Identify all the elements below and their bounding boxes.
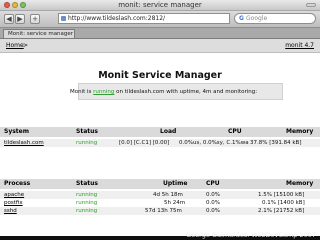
table-row: postfix running 5h 24m 0.0% 0.1% [1400 k… xyxy=(0,199,320,207)
intro-text: Monit is running on tildeslash.com with … xyxy=(70,88,310,96)
breadcrumb: Home > monit 4.7 xyxy=(0,39,320,53)
memory-cell: 0.1% [1400 kB] xyxy=(262,200,305,206)
intro-prefix: Monit is xyxy=(70,89,94,95)
add-bookmark-button[interactable]: + xyxy=(30,14,40,24)
page-content: Home > monit 4.7 Monit Service Manager M… xyxy=(0,39,320,236)
column-header: Load xyxy=(160,128,177,135)
system-name-link[interactable]: tildeslash.com xyxy=(4,139,44,147)
column-header: Process xyxy=(4,180,31,187)
process-table-header: Process Status Uptime CPU Memory xyxy=(0,179,320,189)
google-search-icon: G xyxy=(239,15,244,22)
column-header: Memory xyxy=(286,180,314,187)
status-cell: running xyxy=(76,140,98,146)
browser-window: monit: service manager ◀ ▶ + http://www.… xyxy=(0,0,320,236)
load-cell: [0.0] [C.C1] [0.00] xyxy=(119,140,170,146)
status-cell: running xyxy=(76,208,98,214)
table-row: sshd running 57d 13h 75m 0.0% 2.1% [2175… xyxy=(0,207,320,215)
back-button[interactable]: ◀ xyxy=(4,14,14,24)
cpu-cell: 0.0% xyxy=(206,200,220,206)
window-title: monit: service manager xyxy=(118,1,202,9)
url-text: http://www.tildeslash.com:2812/ xyxy=(68,15,166,22)
intro-suffix: on tildeslash.com with uptime, 4m and mo… xyxy=(114,89,258,95)
slide-watermark: George Guimarães. WebDevCamp 2007 xyxy=(186,231,316,239)
memory-cell: 1.5% [15100 kB] xyxy=(258,192,305,198)
running-link[interactable]: running xyxy=(93,89,114,95)
version-link[interactable]: monit 4.7 xyxy=(285,39,314,52)
home-link[interactable]: Home xyxy=(6,39,24,52)
address-bar[interactable]: http://www.tildeslash.com:2812/ ↻ xyxy=(58,13,286,24)
forward-button[interactable]: ▶ xyxy=(15,14,25,24)
cpu-cell: 0.0% xyxy=(206,208,220,214)
page-title: Monit Service Manager xyxy=(98,70,222,81)
status-cell: running xyxy=(76,200,98,206)
table-row: apache running 4d 5h 18m 0.0% 1.5% [1510… xyxy=(0,191,320,199)
column-header: Uptime xyxy=(163,180,188,187)
breadcrumb-separator: > xyxy=(23,42,29,49)
column-header: CPU xyxy=(228,128,242,135)
cpu-cell: 0.0% xyxy=(206,192,220,198)
process-name-link[interactable]: apache xyxy=(4,191,24,199)
uptime-cell: 4d 5h 18m xyxy=(153,192,183,198)
search-placeholder: Google xyxy=(246,15,268,22)
memory-cell: 37.8% [391.84 kB] xyxy=(250,140,302,146)
search-input[interactable]: G Google xyxy=(234,13,316,24)
toolbar-toggle-button[interactable] xyxy=(306,3,316,7)
column-header: Status xyxy=(76,180,98,187)
uptime-cell: 5h 24m xyxy=(164,200,186,206)
system-table-header: System Status Load CPU Memory xyxy=(0,127,320,137)
uptime-cell: 57d 13h 75m xyxy=(145,208,182,214)
process-name-link[interactable]: sshd xyxy=(4,207,17,215)
tab-monit[interactable]: Monit: service manager xyxy=(3,29,75,38)
tab-bar: Monit: service manager xyxy=(0,28,320,39)
process-name-link[interactable]: postfix xyxy=(4,199,23,207)
memory-cell: 2.1% [21752 kB] xyxy=(258,208,305,214)
column-header: Memory xyxy=(286,128,314,135)
column-header: System xyxy=(4,128,29,135)
title-bar: monit: service manager xyxy=(0,0,320,11)
column-header: CPU xyxy=(206,180,220,187)
status-cell: running xyxy=(76,192,98,198)
favicon-icon xyxy=(61,16,66,21)
cpu-cell: 0.0%us, 0.0%sy, C.1%wa xyxy=(179,140,249,146)
column-header: Status xyxy=(76,128,98,135)
table-row: tildeslash.com running [0.0] [C.C1] [0.0… xyxy=(0,139,320,147)
browser-toolbar: ◀ ▶ + http://www.tildeslash.com:2812/ ↻ … xyxy=(0,11,320,28)
